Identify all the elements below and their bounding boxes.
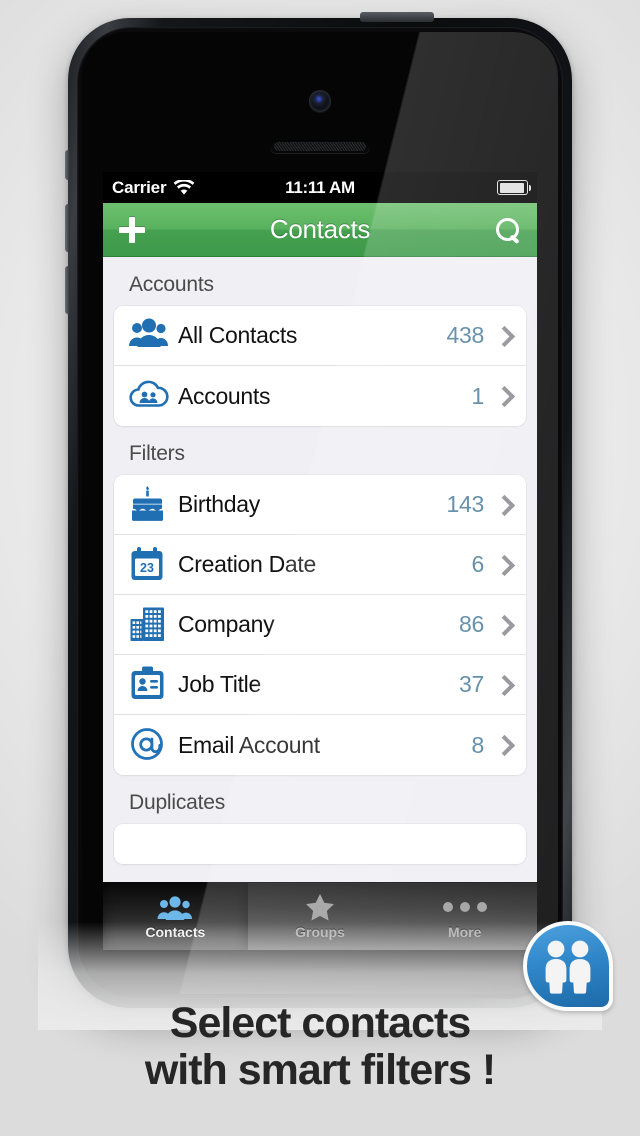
two-people-icon (523, 921, 613, 1011)
list-item-creation-date[interactable]: 23 Creation Date 6 (114, 535, 526, 595)
tab-groups[interactable]: Groups (248, 883, 393, 950)
list-item-accounts[interactable]: Accounts 1 (114, 366, 526, 426)
app-icon-badge (523, 921, 613, 1011)
list-item-label: Job Title (178, 671, 261, 697)
list-item-count: 438 (446, 322, 485, 348)
section-group-duplicates (114, 824, 526, 864)
chevron-right-icon (495, 387, 513, 405)
silent-switch[interactable] (65, 150, 70, 180)
list-item-company[interactable]: Company 86 (114, 595, 526, 655)
list-item-label: Company (178, 611, 275, 637)
list-item-all-contacts[interactable]: All Contacts 438 (114, 306, 526, 366)
list-item-label: Email Account (178, 731, 320, 758)
volume-down-button[interactable] (65, 266, 70, 314)
list-item-count: 1 (471, 382, 485, 409)
navigation-bar: Contacts (103, 203, 537, 257)
plus-icon (117, 215, 147, 245)
section-header-filters: Filters (129, 442, 185, 465)
power-button[interactable] (360, 12, 434, 22)
tab-label: Contacts (145, 924, 206, 940)
list-item-count: 6 (471, 551, 485, 577)
chevron-right-icon (495, 676, 513, 694)
chevron-right-icon (495, 496, 513, 514)
phone-screen: Carrier 11:11 AM Contacts Accounts All C… (103, 172, 537, 950)
list-item-count: 8 (471, 731, 485, 758)
list-item-label: Accounts (178, 382, 271, 409)
list-item-label: Birthday (178, 491, 260, 517)
group-people-icon (128, 316, 172, 356)
ellipsis-icon (442, 893, 487, 921)
list-item-birthday[interactable]: Birthday 143 (114, 475, 526, 535)
people-icon (156, 893, 194, 921)
caption-line-1: Select contacts (169, 999, 471, 1047)
calendar-day-number: 23 (140, 561, 154, 575)
section-header-duplicates: Duplicates (129, 791, 226, 814)
id-badge-icon (128, 665, 172, 705)
add-contact-button[interactable] (117, 215, 147, 245)
search-button[interactable] (493, 215, 523, 245)
chevron-right-icon (495, 616, 513, 634)
birthday-cake-icon (128, 485, 172, 525)
calendar-icon: 23 (128, 545, 172, 585)
list-item-count: 86 (459, 611, 484, 637)
chevron-right-icon (495, 736, 513, 754)
list-item-count: 37 (459, 671, 484, 697)
at-sign-icon (128, 725, 172, 765)
status-bar: Carrier 11:11 AM (103, 172, 537, 203)
cloud-people-icon (128, 376, 172, 416)
front-camera-icon (309, 90, 331, 112)
list-item-label: All Contacts (178, 322, 298, 348)
tab-bar: Contacts Groups More (103, 882, 537, 950)
list-item-job-title[interactable]: Job Title 37 (114, 655, 526, 715)
section-group-filters: Birthday 143 23 Creation Date 6 Company … (114, 475, 526, 775)
tab-label: Groups (295, 924, 345, 940)
section-group-accounts: All Contacts 438 Accounts 1 (114, 306, 526, 426)
status-right (497, 180, 531, 195)
buildings-icon (128, 605, 172, 645)
tab-label: More (447, 924, 482, 940)
chevron-right-icon (495, 327, 513, 345)
battery-icon (497, 180, 531, 195)
caption-line-2: with smart filters ! (144, 1046, 496, 1094)
list-item-email-account[interactable]: Email Account 8 (114, 715, 526, 775)
section-header-accounts: Accounts (129, 273, 214, 296)
chevron-right-icon (495, 556, 513, 574)
caption-text: Select contacts with smart filters ! (0, 1000, 640, 1094)
star-icon (305, 893, 335, 921)
list-item-count: 143 (446, 491, 485, 517)
tab-contacts[interactable]: Contacts (103, 883, 248, 950)
list-item-label: Creation Date (178, 551, 317, 577)
clock-label: 11:11 AM (285, 177, 355, 197)
volume-up-button[interactable] (65, 204, 70, 252)
page-title: Contacts (269, 214, 371, 244)
list-scroll-area[interactable]: Accounts All Contacts 438 Accounts 1 Fil… (103, 257, 537, 950)
earpiece-speaker-icon (270, 140, 370, 153)
tab-more[interactable]: More (392, 883, 537, 950)
